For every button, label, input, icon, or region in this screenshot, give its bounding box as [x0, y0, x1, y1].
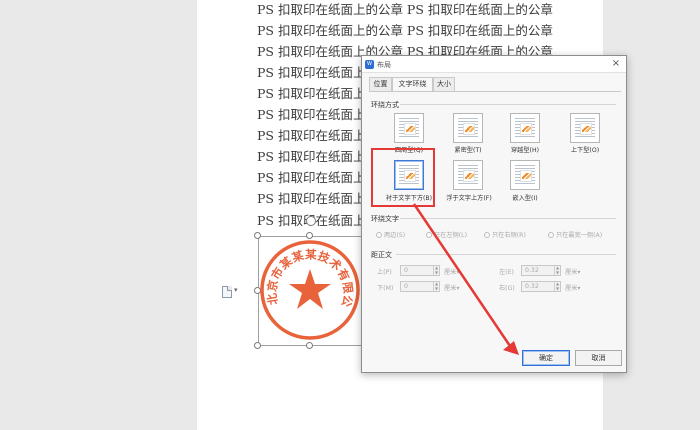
annotation-arrow-head-icon	[503, 341, 519, 355]
annotation-arrow-line	[412, 203, 512, 347]
annotation-arrow	[412, 203, 519, 355]
